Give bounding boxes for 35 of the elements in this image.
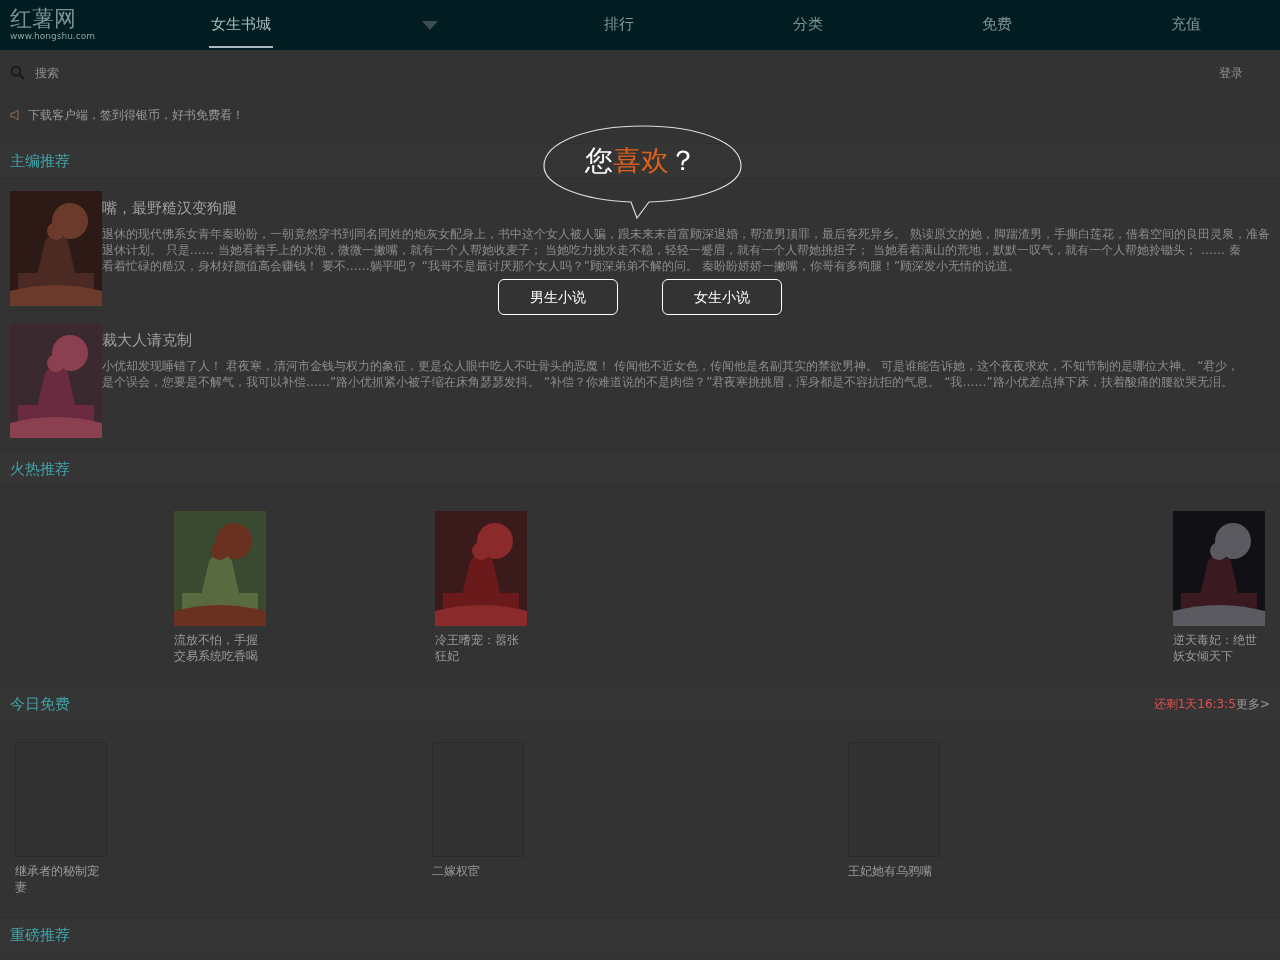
choice-button[interactable]: 女生小说	[662, 279, 782, 315]
section-title: 今日免费	[10, 693, 70, 715]
nav-tab[interactable]: 充值	[1168, 0, 1203, 50]
bubble-question: 您喜欢？	[585, 143, 697, 179]
book-title[interactable]: 冷王嗜宠：嚣张狂妃	[435, 632, 527, 664]
book-title[interactable]: 逆天毒妃：绝世妖女倾天下	[1173, 632, 1265, 664]
login-link[interactable]: 登录	[1219, 63, 1243, 82]
nav-tab[interactable]: 分类	[790, 0, 825, 50]
nav-tab[interactable]: 女生书城	[208, 2, 273, 48]
book-title[interactable]: 嘴，最野糙汉变狗腿	[102, 197, 1270, 220]
book-description: 小优却发现睡错了人！ 君夜寒，清河市金钱与权力的象征，更是众人眼中吃人不吐骨头的恶魔！ 传闻他不近女色，传闻他是名副其实的禁欲男神。 可是谁能告诉她，这个夜夜求欢，不知节制的是哪位大神。 “君少，	[102, 357, 1241, 374]
book-title[interactable]: 二嫁权宦	[431, 863, 524, 879]
section-title: 主编推荐	[10, 150, 70, 172]
section-title: 火热推荐	[10, 458, 70, 480]
book-title[interactable]: 王妃她有乌鸦嘴	[848, 863, 941, 879]
book-description: 看着忙碌的糙汉，身材好颜值高会赚钱！ 要不……躺平吧？ “我哥不是最讨厌那个女人吗？”顾深弟弟不解的问。 秦盼盼娇娇一撇嘴，你哥有多狗腿！”顾深发小无情的说道。	[102, 257, 1022, 274]
nav-tab[interactable]: 排行	[601, 0, 636, 50]
book-title[interactable]: 流放不怕，手握交易系统吃香喝	[174, 632, 266, 664]
more-link[interactable]: 更多>	[1235, 695, 1270, 713]
logo-url: www.hongshu.com	[10, 32, 96, 41]
section-title: 重磅推荐	[10, 924, 70, 946]
notice-text: 下载客户端，签到得银币，好书免费看！	[28, 107, 244, 124]
speaker-icon	[10, 109, 20, 121]
nav-tab[interactable]: 免费	[979, 0, 1014, 50]
book-title[interactable]: 裁大人请克制	[102, 329, 1270, 352]
search-field[interactable]: 搜索	[33, 62, 1219, 83]
book-description: 退休计划。 只是…… 当她看着手上的水泡，微微一撇嘴，就有一个人帮她收麦子； 当她吃力挑水走不稳，轻轻一蹙眉，就有一个人帮她挑担子； 当她看着满山的荒地，默默一叹气，就有一个人帮她拎锄头； …… 秦	[102, 241, 1242, 258]
countdown-text: 还剩1天16:3:5	[1153, 696, 1236, 713]
dropdown-icon[interactable]	[421, 20, 438, 30]
book-title[interactable]: 继承者的秘制宠妻	[15, 863, 107, 895]
choice-button[interactable]: 男生小说	[498, 279, 618, 315]
book-description: 是个误会，您要是不解气，我可以补偿……”路小优抓紧小被子缩在床角瑟瑟发抖。 “补偿？你难道说的不是肉偿？”君夜寒挑挑眉，浑身都是不容抗拒的气息。 “我……”路小优差点摔下床，扶着酸痛的腰欲哭无泪。	[102, 373, 1234, 390]
book-description: 退休的现代佛系女青年秦盼盼，一朝竟然穿书到同名同姓的炮灰女配身上，书中这个女人被人骗，跟未来末首富顾深退婚，帮渣男顶罪，最后客死异乡。 熟读原文的她，脚踹渣男，手撕白莲花，借着空间的良田灵泉，准备	[102, 225, 1270, 242]
logo-text[interactable]: 红薯网	[10, 8, 136, 30]
search-icon	[10, 65, 25, 80]
